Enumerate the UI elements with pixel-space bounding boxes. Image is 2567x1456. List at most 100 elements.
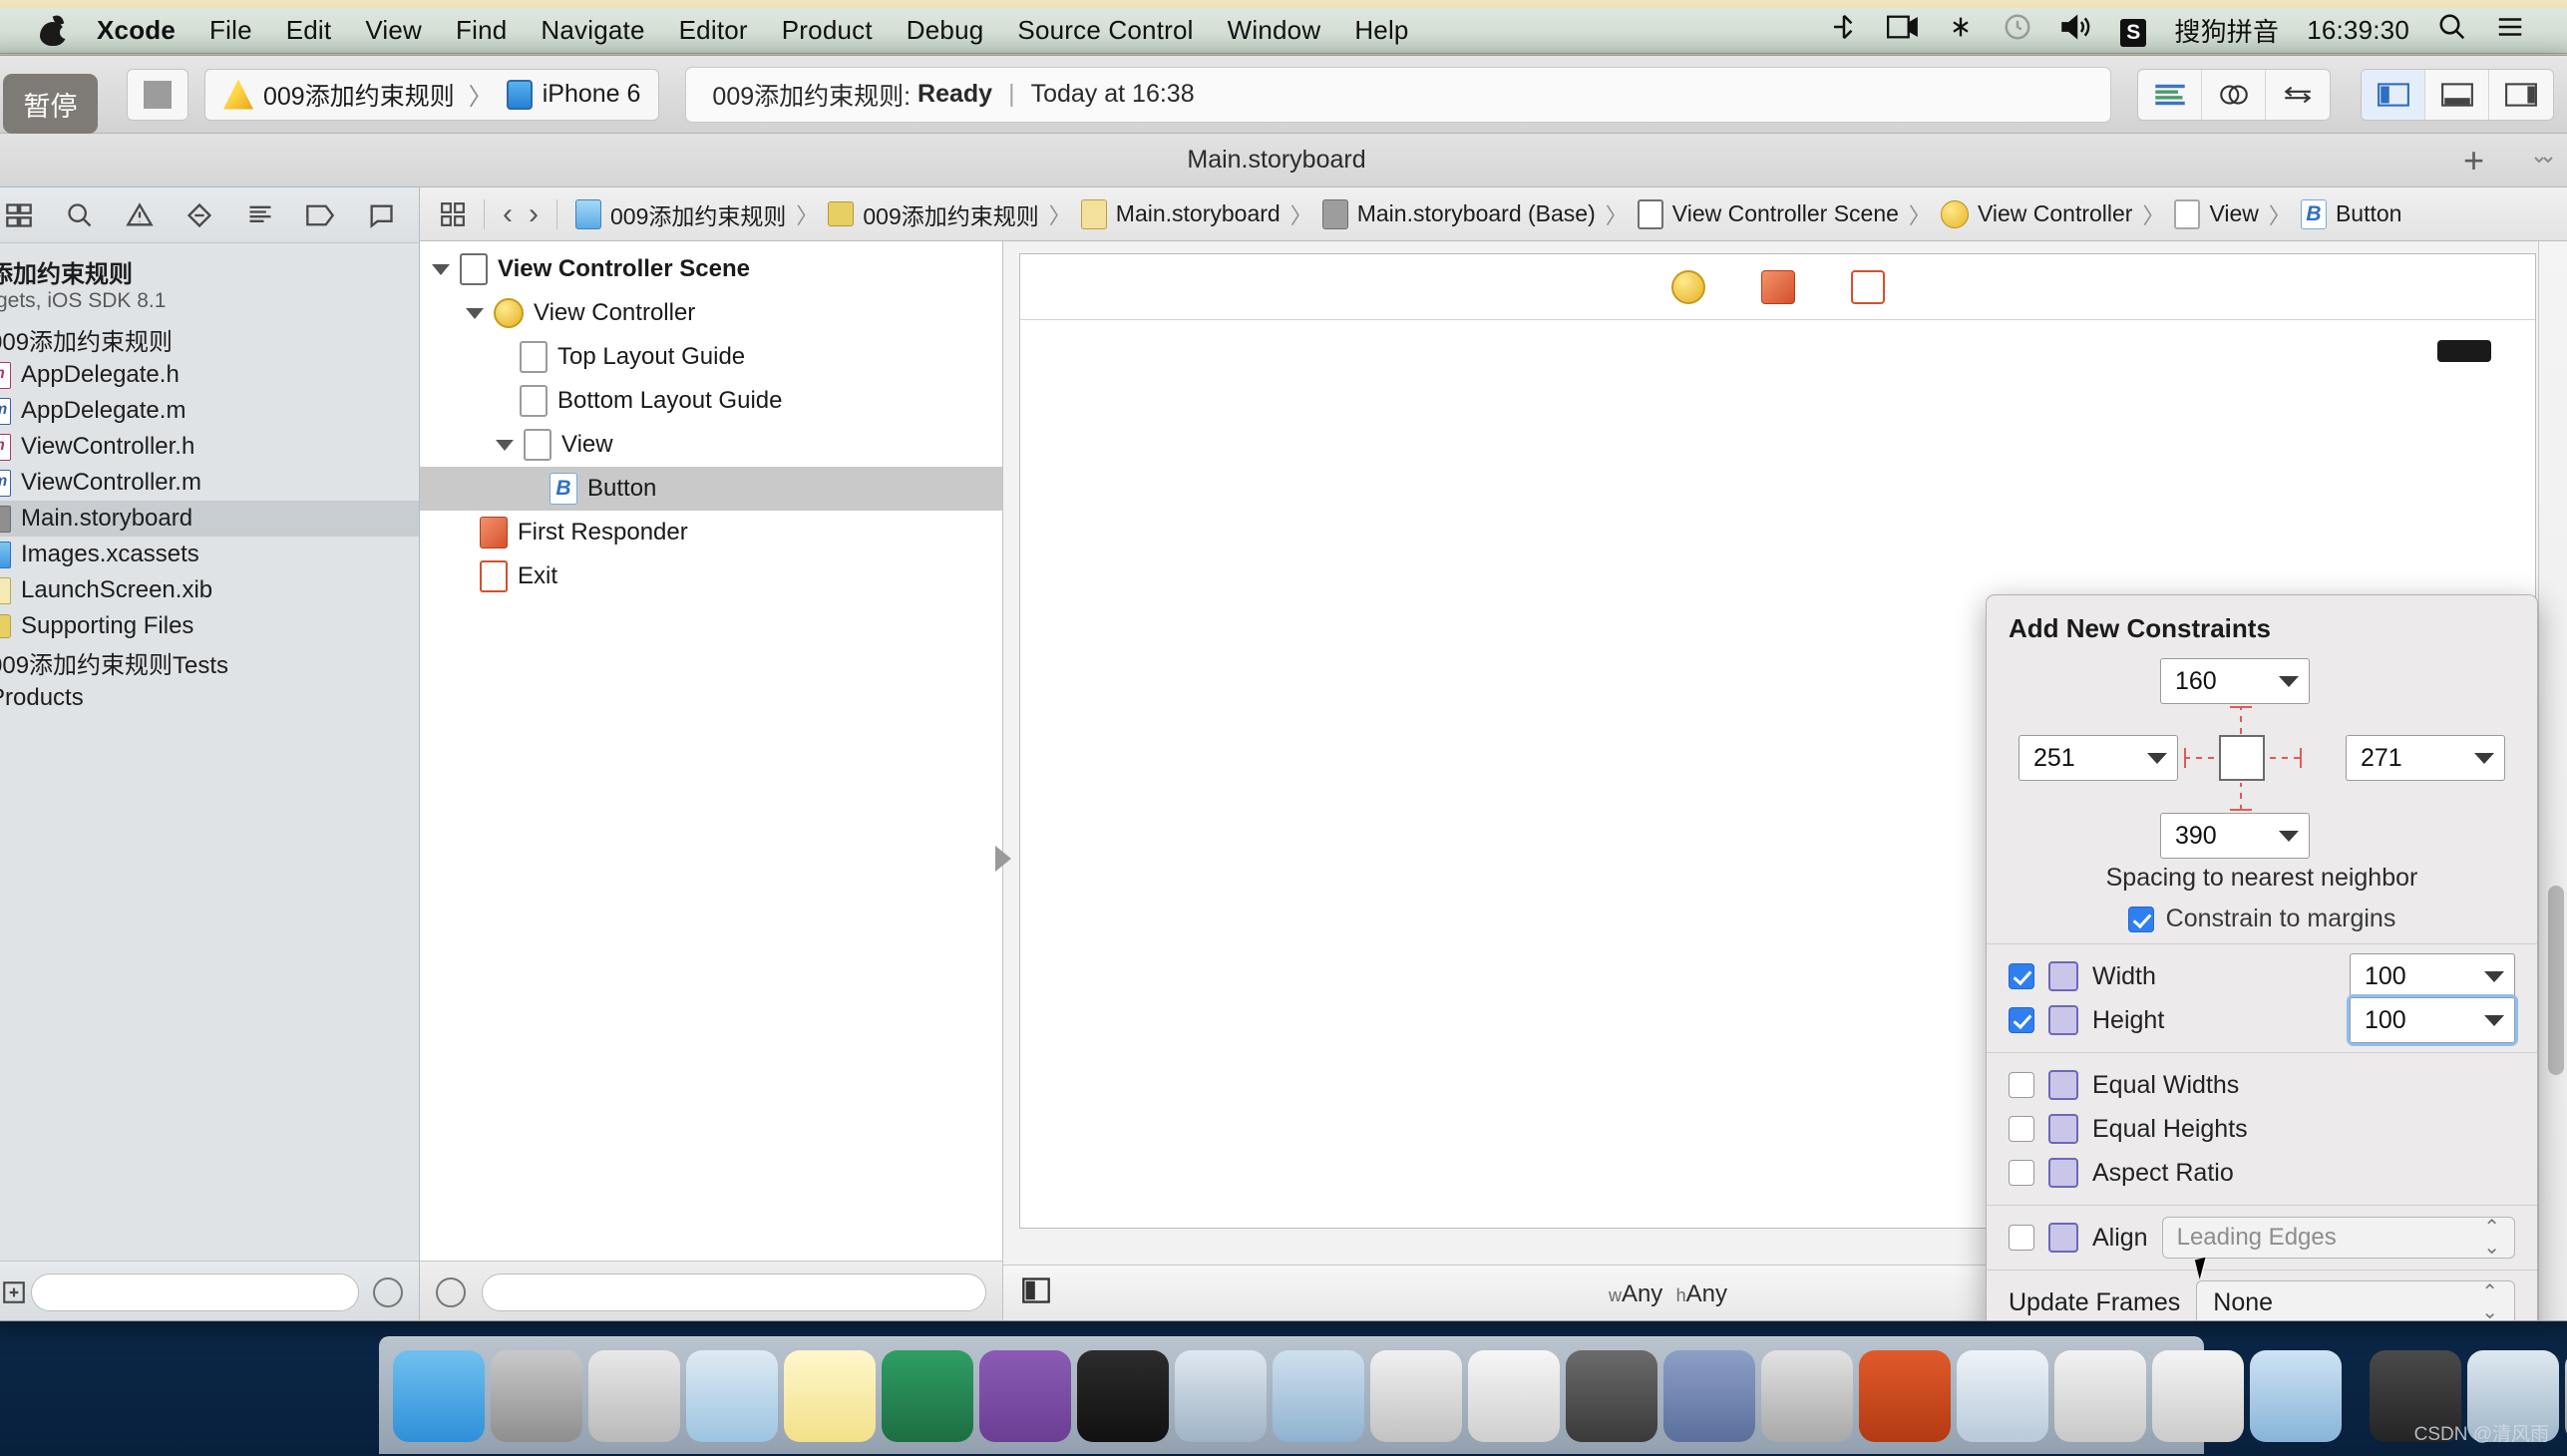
debug-area-toggle-button[interactable] [2425,70,2489,120]
spacing-trailing-field[interactable]: 271 [2346,735,2505,781]
menu-item-edit[interactable]: Edit [269,15,349,46]
finder-icon[interactable] [393,1350,485,1442]
ime-indicator[interactable]: S [2106,15,2160,47]
terminal-icon[interactable] [1077,1350,1169,1442]
width-constraint-row[interactable]: Width 100 [2009,954,2515,998]
add-file-icon[interactable] [0,1275,31,1309]
pycharm-icon[interactable] [1370,1350,1462,1442]
onenote-icon[interactable] [979,1350,1071,1442]
menu-item-find[interactable]: Find [439,15,524,46]
debug-navigator-icon[interactable] [243,198,277,232]
navigator-filter-clear-icon[interactable] [373,1277,403,1307]
navigator-item-launchscreen-xib[interactable]: LaunchScreen.xib [0,572,419,608]
spacing-top-field[interactable]: 160 [2160,658,2310,704]
sublime-icon[interactable] [1175,1350,1267,1442]
navigator-item-appdelegate-h[interactable]: AppDelegate.h [0,357,419,393]
appstore-icon[interactable] [2054,1350,2146,1442]
issue-navigator-icon[interactable] [123,198,157,232]
php-icon[interactable] [1663,1350,1755,1442]
menubar-clock[interactable]: 16:39:30 [2293,15,2423,46]
first-responder-icon[interactable] [1761,270,1795,304]
equal-widths-row[interactable]: Equal Widths [2009,1063,2515,1107]
related-items-icon[interactable] [432,201,474,227]
time-machine-icon[interactable] [1989,12,2046,49]
disclosure-triangle-icon[interactable] [466,308,484,319]
view-toggle-segmented[interactable] [2361,69,2554,121]
outline-row-first-responder[interactable]: First Responder [420,511,1002,554]
scheme-selector[interactable]: 009添加约束规则 〉 iPhone 6 [204,69,659,121]
outline-row-exit[interactable]: Exit [420,554,1002,598]
outline-row-scene[interactable]: View Controller Scene [420,247,1002,291]
navigator-item-main-storyboard[interactable]: Main.storyboard [0,501,419,537]
jumpbar-back-button[interactable]: ‹ [495,197,521,231]
outline-row-top-layout-guide[interactable]: Top Layout Guide [420,335,1002,379]
stepper-icon[interactable]: ⌃⌄ [2481,1282,2498,1321]
launchpad-icon[interactable] [588,1350,680,1442]
notes-icon[interactable] [784,1350,876,1442]
aspect-ratio-row[interactable]: Aspect Ratio [2009,1151,2515,1195]
imovie-icon[interactable] [1566,1350,1657,1442]
jumpbar-forward-button[interactable]: › [521,197,547,231]
menu-item-editor[interactable]: Editor [662,15,765,46]
spacing-bottom-field[interactable]: 390 [2160,813,2310,859]
airplay-icon[interactable] [1933,13,1989,48]
constrain-to-margins-row[interactable]: Constrain to margins [2128,905,2396,933]
scrollbar-thumb[interactable] [2548,886,2564,1075]
charts-icon[interactable] [1957,1350,2048,1442]
menu-item-window[interactable]: Window [1211,15,1338,46]
bluetooth-share-icon[interactable] [1815,12,1873,49]
utilities-scrollbar[interactable] [2538,187,2567,1320]
navigator-filter-field[interactable] [31,1274,359,1311]
xcode-icon[interactable] [1273,1350,1364,1442]
equal-widths-checkbox[interactable] [2009,1072,2034,1098]
chevron-down-icon[interactable] [2484,1015,2504,1026]
equal-heights-checkbox[interactable] [2009,1116,2034,1142]
tab-filename[interactable]: Main.storyboard [1187,146,1365,175]
outline-row-view[interactable]: View [420,423,1002,467]
navigator-tree[interactable]: 添加约束规则 rgets, iOS SDK 8.1 009添加约束规则 AppD… [0,243,419,1261]
disclosure-triangle-icon[interactable] [432,264,450,275]
ime-label[interactable]: 搜狗拼音 [2160,12,2293,49]
editor-mode-segmented[interactable] [2137,69,2331,121]
navigator-project-root[interactable]: 添加约束规则 [0,253,419,289]
volume-icon[interactable] [2046,13,2106,48]
breadcrumb-item-group[interactable]: 009添加约束规则 [820,197,1046,231]
aspect-ratio-checkbox[interactable] [2009,1160,2034,1186]
menu-item-source-control[interactable]: Source Control [1000,15,1210,46]
stop-button[interactable] [127,69,188,121]
width-checkbox[interactable] [2009,963,2034,989]
menu-item-view[interactable]: View [348,15,439,46]
utilities-toggle-button[interactable] [2489,70,2553,120]
system-preferences-icon[interactable] [491,1350,582,1442]
breadcrumb-item-view-controller[interactable]: View Controller [1933,200,2141,228]
tabbar-overflow[interactable] [2532,154,2554,168]
breadcrumb-item-button[interactable]: B Button [2293,199,2410,229]
document-outline-tree[interactable]: View Controller Scene View Controller To… [420,187,1002,1261]
spotlight-search-icon[interactable] [2423,12,2481,49]
spacing-leading-field[interactable]: 251 [2018,735,2178,781]
navigator-item-products[interactable]: Products [0,680,419,716]
notification-center-icon[interactable] [2481,14,2539,47]
height-constraint-row[interactable]: Height 100 [2009,998,2515,1042]
stepper-icon[interactable]: ⌃⌄ [2483,1218,2500,1258]
breadcrumb-item-storyboard-base[interactable]: Main.storyboard (Base) [1314,199,1604,229]
outline-row-view-controller[interactable]: View Controller [420,291,1002,335]
outline-collapse-icon[interactable] [436,1277,466,1307]
outline-filter-field[interactable] [482,1274,986,1311]
test-navigator-icon[interactable] [183,198,216,232]
chevron-down-icon[interactable] [2279,676,2299,687]
project-navigator-icon[interactable] [2,198,36,232]
navigator-toggle-button[interactable] [2362,70,2425,120]
navigator-item-images-xcassets[interactable]: Images.xcassets [0,537,419,572]
navigator-item-group[interactable]: 009添加约束规则 [0,321,419,357]
exit-icon[interactable] [1851,270,1885,304]
excel-icon[interactable] [882,1350,973,1442]
disclosure-triangle-icon[interactable] [496,440,514,451]
equal-heights-row[interactable]: Equal Heights [2009,1107,2515,1151]
search-navigator-icon[interactable] [63,198,97,232]
standard-editor-button[interactable] [2138,70,2202,120]
document-outline-toggle-icon[interactable] [1021,1276,1051,1311]
menu-item-help[interactable]: Help [1337,15,1425,46]
report-navigator-icon[interactable] [364,198,398,232]
view-controller-icon[interactable] [1671,270,1705,304]
